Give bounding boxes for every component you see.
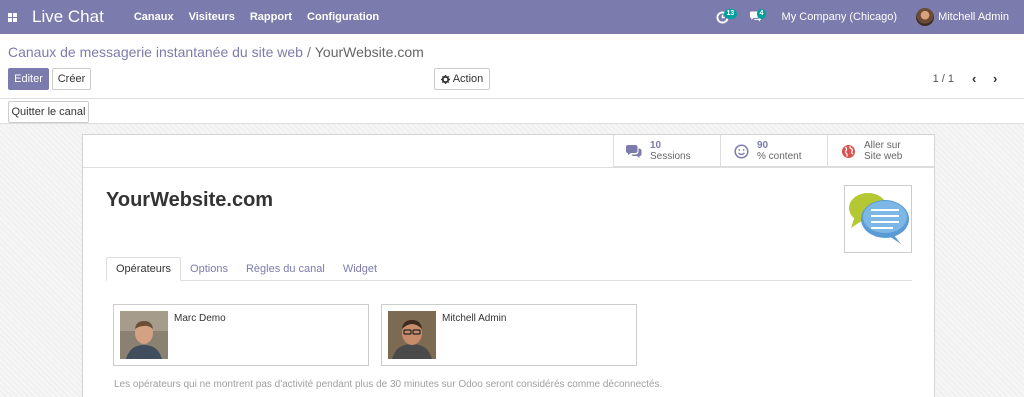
operator-name: Marc Demo <box>174 313 226 324</box>
stat-button-box: 10 Sessions 90 % content Aller sur Site … <box>613 135 934 167</box>
breadcrumb: Canaux de messagerie instantanée du site… <box>8 44 424 60</box>
operator-card-mitchell-admin[interactable]: Mitchell Admin <box>381 304 637 366</box>
gear-icon <box>440 74 450 84</box>
satisfaction-stat-button[interactable]: 90 % content <box>720 135 827 167</box>
satisfaction-label: % content <box>757 151 802 162</box>
messaging-menu[interactable]: 4 <box>749 0 767 34</box>
satisfaction-value: 90 <box>757 140 769 151</box>
pager-previous-icon[interactable]: ‹ <box>972 71 976 86</box>
button-box-divider <box>83 167 935 168</box>
go-to-website-line1: Aller sur <box>864 140 901 151</box>
top-navbar: Live Chat Canaux Visiteurs Rapport Confi… <box>0 0 1024 34</box>
user-menu[interactable]: Mitchell Admin <box>916 8 1009 26</box>
pager-value[interactable]: 1 / 1 <box>933 73 954 85</box>
menu-canaux[interactable]: Canaux <box>134 11 174 23</box>
sessions-value: 10 <box>650 140 662 151</box>
user-name: Mitchell Admin <box>938 11 1009 23</box>
go-to-website-button[interactable]: Aller sur Site web <box>827 135 934 167</box>
form-sheet: 10 Sessions 90 % content Aller sur Site … <box>82 134 935 397</box>
quit-channel-button[interactable]: Quitter le canal <box>8 101 89 123</box>
record-title: YourWebsite.com <box>106 189 274 211</box>
activity-badge: 13 <box>723 9 738 19</box>
smile-icon <box>731 143 751 159</box>
operator-card-marc-demo[interactable]: Marc Demo <box>113 304 369 366</box>
pager-next-icon[interactable]: › <box>993 71 997 86</box>
sessions-label: Sessions <box>650 151 691 162</box>
edit-button[interactable]: Editer <box>8 68 49 90</box>
tab-options[interactable]: Options <box>181 257 237 281</box>
chat-bubbles-icon <box>849 193 909 244</box>
menu-rapport[interactable]: Rapport <box>250 11 292 23</box>
app-title[interactable]: Live Chat <box>32 7 104 27</box>
breadcrumb-parent[interactable]: Canaux de messagerie instantanée du site… <box>8 44 303 60</box>
action-label: Action <box>452 73 484 85</box>
create-button[interactable]: Créer <box>52 68 91 90</box>
globe-icon <box>838 144 858 159</box>
go-to-website-line2: Site web <box>864 151 903 162</box>
operator-photo <box>388 311 436 359</box>
control-panel-divider <box>0 98 1024 99</box>
apps-menu-icon[interactable] <box>3 0 21 34</box>
tab-operateurs[interactable]: Opérateurs <box>106 257 182 281</box>
menu-configuration[interactable]: Configuration <box>307 11 379 23</box>
breadcrumb-current: YourWebsite.com <box>314 44 424 60</box>
comments-icon <box>624 144 644 159</box>
tab-regles-du-canal[interactable]: Règles du canal <box>237 257 334 281</box>
company-switcher[interactable]: My Company (Chicago) <box>782 11 898 23</box>
channel-image[interactable] <box>844 185 912 253</box>
sessions-stat-button[interactable]: 10 Sessions <box>613 135 720 167</box>
menu-visiteurs[interactable]: Visiteurs <box>189 11 235 23</box>
operators-help-text: Les opérateurs qui ne montrent pas d'act… <box>114 379 663 390</box>
tab-widget[interactable]: Widget <box>334 257 386 281</box>
operator-name: Mitchell Admin <box>442 313 507 324</box>
operator-photo <box>120 311 168 359</box>
action-button[interactable]: Action <box>434 68 490 90</box>
user-avatar <box>916 8 935 26</box>
form-tabs: Opérateurs Options Règles du canal Widge… <box>106 257 912 281</box>
breadcrumb-separator: / <box>306 44 311 60</box>
activity-menu[interactable]: 13 <box>715 0 738 34</box>
messages-badge: 4 <box>756 9 767 19</box>
